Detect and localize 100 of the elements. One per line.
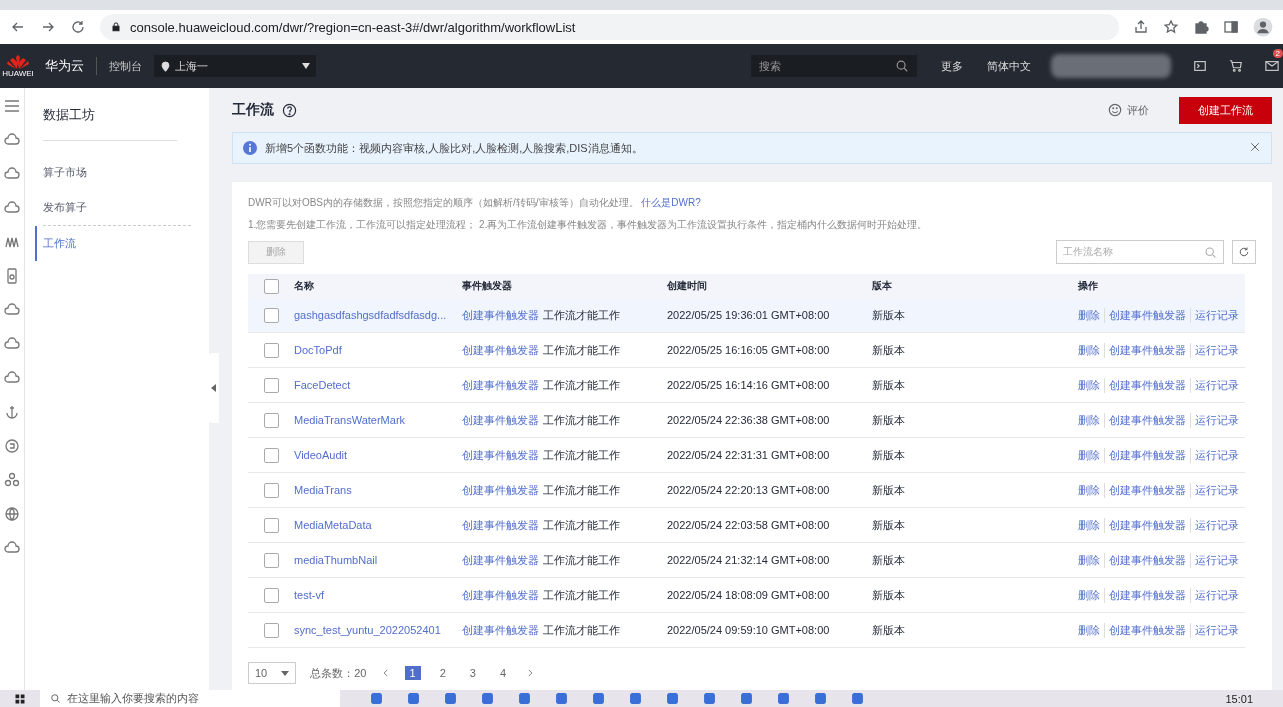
workflow-name-link[interactable]: sync_test_yuntu_2022052401: [294, 624, 441, 636]
app-icon[interactable]: [629, 692, 642, 705]
row-action-link[interactable]: 删除: [1078, 412, 1105, 428]
app-icon[interactable]: [444, 692, 457, 705]
create-trigger-link[interactable]: 创建事件触发器: [462, 412, 539, 428]
sidebar-item[interactable]: 工作流: [35, 226, 191, 261]
app-icon[interactable]: [666, 692, 679, 705]
brand-name[interactable]: 华为云: [45, 57, 97, 75]
row-action-link[interactable]: 创建事件触发器: [1109, 587, 1191, 603]
collapse-handle[interactable]: [207, 353, 219, 423]
row-action-link[interactable]: 删除: [1078, 342, 1105, 358]
row-action-link[interactable]: 创建事件触发器: [1109, 412, 1191, 428]
app-icon[interactable]: [777, 692, 790, 705]
close-icon[interactable]: [1249, 141, 1261, 153]
cloud-icon[interactable]: [4, 132, 20, 148]
row-action-link[interactable]: 创建事件触发器: [1109, 377, 1191, 393]
flower-logo-icon[interactable]: [7, 54, 29, 69]
app-icon[interactable]: [407, 692, 420, 705]
create-trigger-link[interactable]: 创建事件触发器: [462, 622, 539, 638]
row-action-link[interactable]: 创建事件触发器: [1109, 447, 1191, 463]
reload-icon[interactable]: [70, 19, 86, 35]
row-action-link[interactable]: 运行记录: [1195, 377, 1243, 393]
help-icon[interactable]: [282, 102, 297, 118]
app-icon[interactable]: [592, 692, 605, 705]
address-bar[interactable]: console.huaweicloud.com/dwr/?region=cn-east-3#/dwr/algorithm/workflowList: [100, 14, 1119, 40]
app-icon[interactable]: [740, 692, 753, 705]
checkbox[interactable]: [264, 412, 279, 428]
page-number[interactable]: 2: [434, 666, 451, 680]
search-field[interactable]: 搜索: [751, 55, 917, 77]
language-link[interactable]: 简体中文: [987, 58, 1031, 74]
row-action-link[interactable]: 运行记录: [1195, 447, 1243, 463]
next-page-icon[interactable]: [525, 668, 535, 678]
create-trigger-link[interactable]: 创建事件触发器: [462, 587, 539, 603]
menu-icon[interactable]: [4, 98, 20, 114]
row-action-link[interactable]: 运行记录: [1195, 342, 1243, 358]
app-icon[interactable]: [703, 692, 716, 705]
row-action-link[interactable]: 删除: [1078, 517, 1105, 533]
workflow-name-link[interactable]: gashgasdfashgsdfadfsdfasdg...: [294, 309, 447, 321]
create-trigger-link[interactable]: 创建事件触发器: [462, 307, 539, 323]
checkbox[interactable]: [264, 278, 279, 294]
table-row[interactable]: gashgasdfashgsdfadfsdfasdg... 创建事件触发器 工作流才能工作 2022/05/25 19:36:01 GMT+08:00 新版本 删除 创建事件触发器 运行记录: [248, 298, 1245, 333]
checkbox[interactable]: [264, 482, 279, 498]
create-workflow-button[interactable]: 创建工作流: [1179, 96, 1272, 124]
anchor-icon[interactable]: [4, 404, 20, 420]
row-action-link[interactable]: 创建事件触发器: [1109, 482, 1191, 498]
app-icon[interactable]: [370, 692, 383, 705]
row-action-link[interactable]: 运行记录: [1195, 307, 1243, 323]
workflow-name-link[interactable]: MediaTransWaterMark: [294, 414, 406, 426]
checkbox[interactable]: [264, 377, 279, 393]
row-action-link[interactable]: 创建事件触发器: [1109, 342, 1191, 358]
cloud-icon[interactable]: [4, 302, 20, 318]
app-icon[interactable]: [481, 692, 494, 705]
cart-icon[interactable]: [1229, 59, 1243, 73]
sidebar-item[interactable]: 算子市场: [43, 155, 191, 190]
more-link[interactable]: 更多: [941, 58, 963, 74]
share-icon[interactable]: [1133, 19, 1149, 35]
app-icon[interactable]: [555, 692, 568, 705]
mail-icon[interactable]: [1265, 59, 1279, 73]
row-action-link[interactable]: 运行记录: [1195, 412, 1243, 428]
cloud-icon[interactable]: [4, 540, 20, 556]
create-trigger-link[interactable]: 创建事件触发器: [462, 552, 539, 568]
row-action-link[interactable]: 运行记录: [1195, 552, 1243, 568]
phone-icon[interactable]: [4, 268, 20, 284]
page-number[interactable]: 3: [464, 666, 481, 680]
workflow-name-link[interactable]: test-vf: [294, 589, 324, 601]
checkbox[interactable]: [264, 342, 279, 358]
workflow-name-link[interactable]: VideoAudit: [294, 449, 347, 461]
row-action-link[interactable]: 运行记录: [1195, 622, 1243, 638]
create-trigger-link[interactable]: 创建事件触发器: [462, 377, 539, 393]
checkbox[interactable]: [264, 307, 279, 323]
console-link[interactable]: 控制台: [109, 58, 142, 74]
checkbox[interactable]: [264, 517, 279, 533]
app-icon[interactable]: [518, 692, 531, 705]
row-action-link[interactable]: 删除: [1078, 377, 1105, 393]
rate-link[interactable]: 评价: [1108, 102, 1149, 118]
row-action-link[interactable]: 创建事件触发器: [1109, 552, 1191, 568]
profile-icon[interactable]: [1253, 17, 1273, 37]
create-trigger-link[interactable]: 创建事件触发器: [462, 482, 539, 498]
region-dropdown[interactable]: 上海一: [154, 55, 316, 77]
row-action-link[interactable]: 运行记录: [1195, 482, 1243, 498]
cloud-icon[interactable]: [4, 166, 20, 182]
app-icon[interactable]: [851, 692, 864, 705]
create-trigger-link[interactable]: 创建事件触发器: [462, 447, 539, 463]
checkbox[interactable]: [264, 552, 279, 568]
workflow-name-link[interactable]: DocToPdf: [294, 344, 342, 356]
app-icon[interactable]: [814, 692, 827, 705]
row-action-link[interactable]: 运行记录: [1195, 587, 1243, 603]
sidebar-item[interactable]: 发布算子: [43, 190, 191, 226]
page-size-dropdown[interactable]: 10: [248, 662, 297, 684]
row-action-link[interactable]: 删除: [1078, 482, 1105, 498]
coin-icon[interactable]: [4, 438, 20, 454]
row-action-link[interactable]: 创建事件触发器: [1109, 517, 1191, 533]
page-number[interactable]: 4: [494, 666, 511, 680]
terminal-icon[interactable]: [1193, 59, 1207, 73]
cloud-icon[interactable]: [4, 370, 20, 386]
globe-icon[interactable]: [4, 506, 20, 522]
workflow-name-link[interactable]: MediaTrans: [294, 484, 352, 496]
what-is-dwr-link[interactable]: 什么是DWR?: [641, 197, 701, 208]
windows-start-icon[interactable]: [14, 692, 26, 705]
cloud-icon[interactable]: [4, 200, 20, 216]
